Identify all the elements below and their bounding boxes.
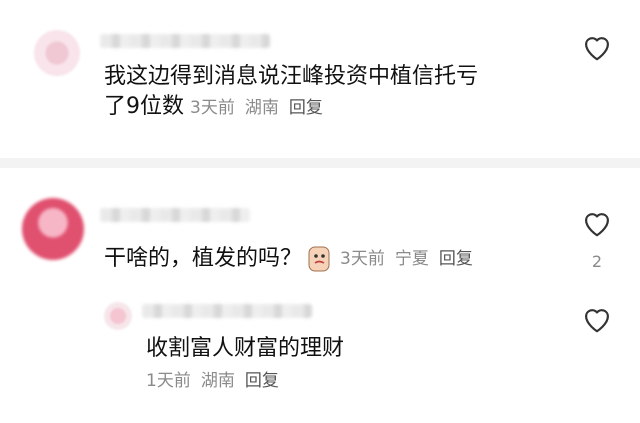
avatar[interactable] (22, 198, 84, 260)
comment-item: 干啥的，植发的吗？ 3天前 宁夏 回复 2 (0, 168, 640, 283)
comment-text: 干啥的，植发的吗？ 3天前 宁夏 回复 (104, 246, 473, 272)
reply-button[interactable]: 回复 (289, 98, 323, 118)
reply-button[interactable]: 回复 (245, 371, 279, 391)
username-blurred[interactable] (100, 208, 250, 222)
reply-button[interactable]: 回复 (439, 249, 473, 269)
comment-time: 1天前 (146, 371, 191, 391)
comment-location: 湖南 (200, 371, 235, 391)
comment-time: 3天前 (190, 98, 235, 118)
username-blurred[interactable] (100, 34, 270, 48)
divider (0, 158, 640, 168)
reply-item: 收割富人财富的理财 1天前 湖南 回复 (0, 290, 640, 423)
avatar[interactable] (104, 302, 132, 330)
comment-location: 宁夏 (394, 249, 429, 269)
avatar[interactable] (34, 30, 80, 76)
comment-location: 湖南 (244, 98, 279, 118)
heart-outline-icon[interactable] (580, 32, 614, 62)
comment-time: 3天前 (340, 249, 385, 269)
heart-outline-icon[interactable] (580, 208, 614, 238)
like-count: 2 (591, 252, 603, 271)
comment-text: 我这边得到消息说汪峰投资中植信托亏 了9位数 3天前 湖南 回复 (104, 64, 479, 119)
heart-outline-icon[interactable] (580, 304, 614, 334)
username-blurred[interactable] (142, 304, 312, 318)
comment-text: 收割富人财富的理财 (146, 336, 345, 361)
face-emoji-icon (308, 246, 330, 272)
comment-item: 我这边得到消息说汪峰投资中植信托亏 了9位数 3天前 湖南 回复 (0, 0, 640, 160)
